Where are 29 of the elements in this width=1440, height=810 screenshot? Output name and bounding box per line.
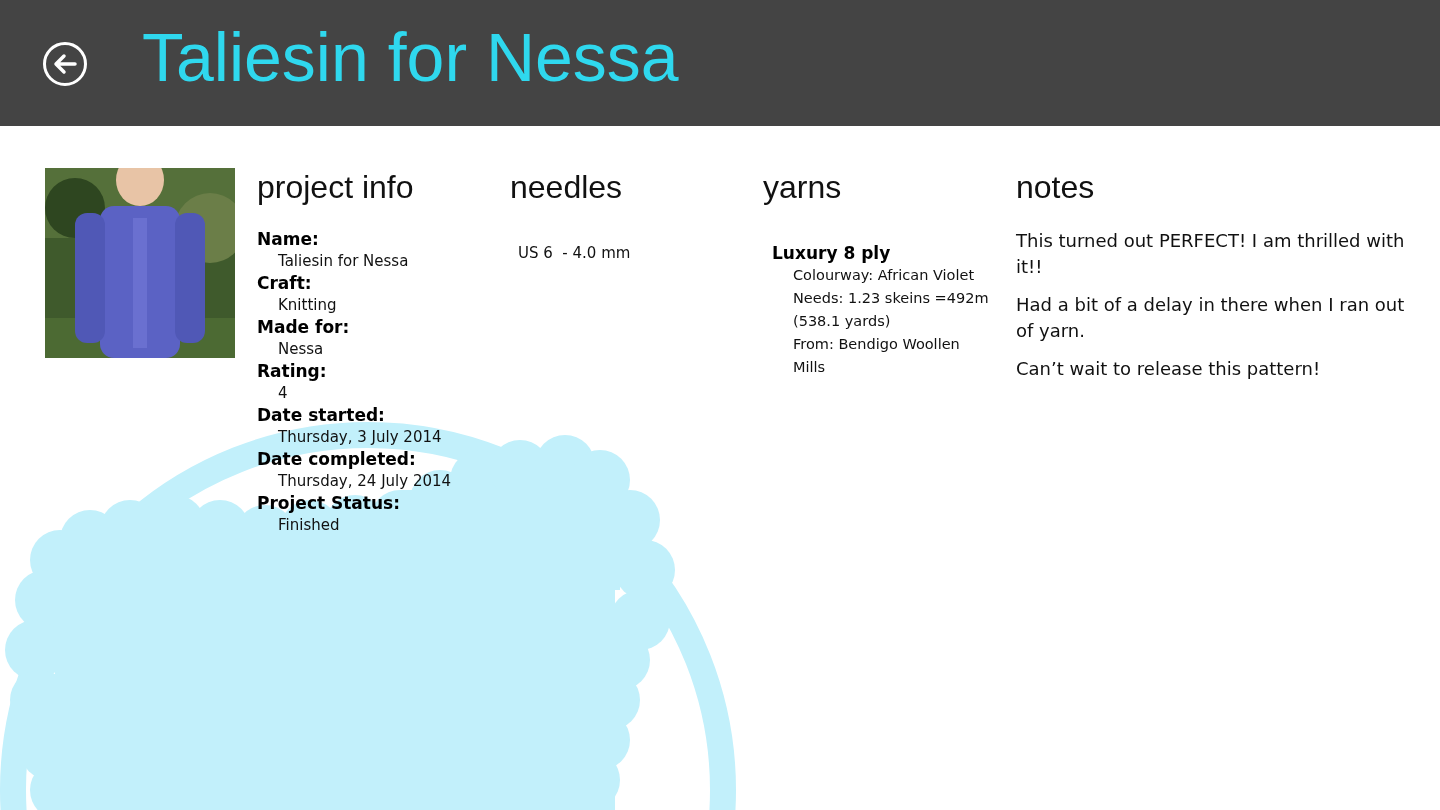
section-heading: yarns (763, 168, 843, 206)
note-paragraph: This turned out PERFECT! I am thrilled with it!! (1016, 229, 1406, 279)
field-label: Date started: (257, 404, 386, 426)
back-button[interactable] (43, 42, 87, 86)
back-arrow-icon (53, 53, 77, 75)
field-label: Craft: (257, 272, 313, 294)
field-value: 4 (277, 383, 289, 404)
note-paragraph: Can’t wait to release this pattern! (1016, 357, 1322, 381)
field-value: Taliesin for Nessa (277, 251, 410, 272)
field-value: Thursday, 24 July 2014 (277, 471, 453, 492)
field-value: Finished (277, 515, 341, 536)
field-label: Rating: (257, 360, 328, 382)
yarn-detail: Needs: 1.23 skeins =492m (538.1 yards) (792, 289, 990, 331)
field-label: Name: (257, 228, 320, 250)
section-heading: needles (510, 168, 624, 206)
field-label: Date completed: (257, 448, 417, 470)
yarn-detail: Colourway: African Violet (792, 266, 976, 285)
needle-size: US 6 - 4.0 mm (517, 243, 632, 264)
section-heading: notes (1016, 168, 1096, 206)
field-label: Made for: (257, 316, 351, 338)
page-title: Taliesin for Nessa (142, 18, 679, 96)
yarn-name: Luxury 8 ply (771, 242, 892, 264)
yarn-detail: From: Bendigo Woollen Mills (792, 335, 961, 377)
field-value: Nessa (277, 339, 325, 360)
field-value: Knitting (277, 295, 338, 316)
note-paragraph: Had a bit of a delay in there when I ran out of yarn. (1016, 293, 1406, 343)
section-heading: project info (257, 168, 415, 206)
field-value: Thursday, 3 July 2014 (277, 427, 443, 448)
field-label: Project Status: (257, 492, 401, 514)
